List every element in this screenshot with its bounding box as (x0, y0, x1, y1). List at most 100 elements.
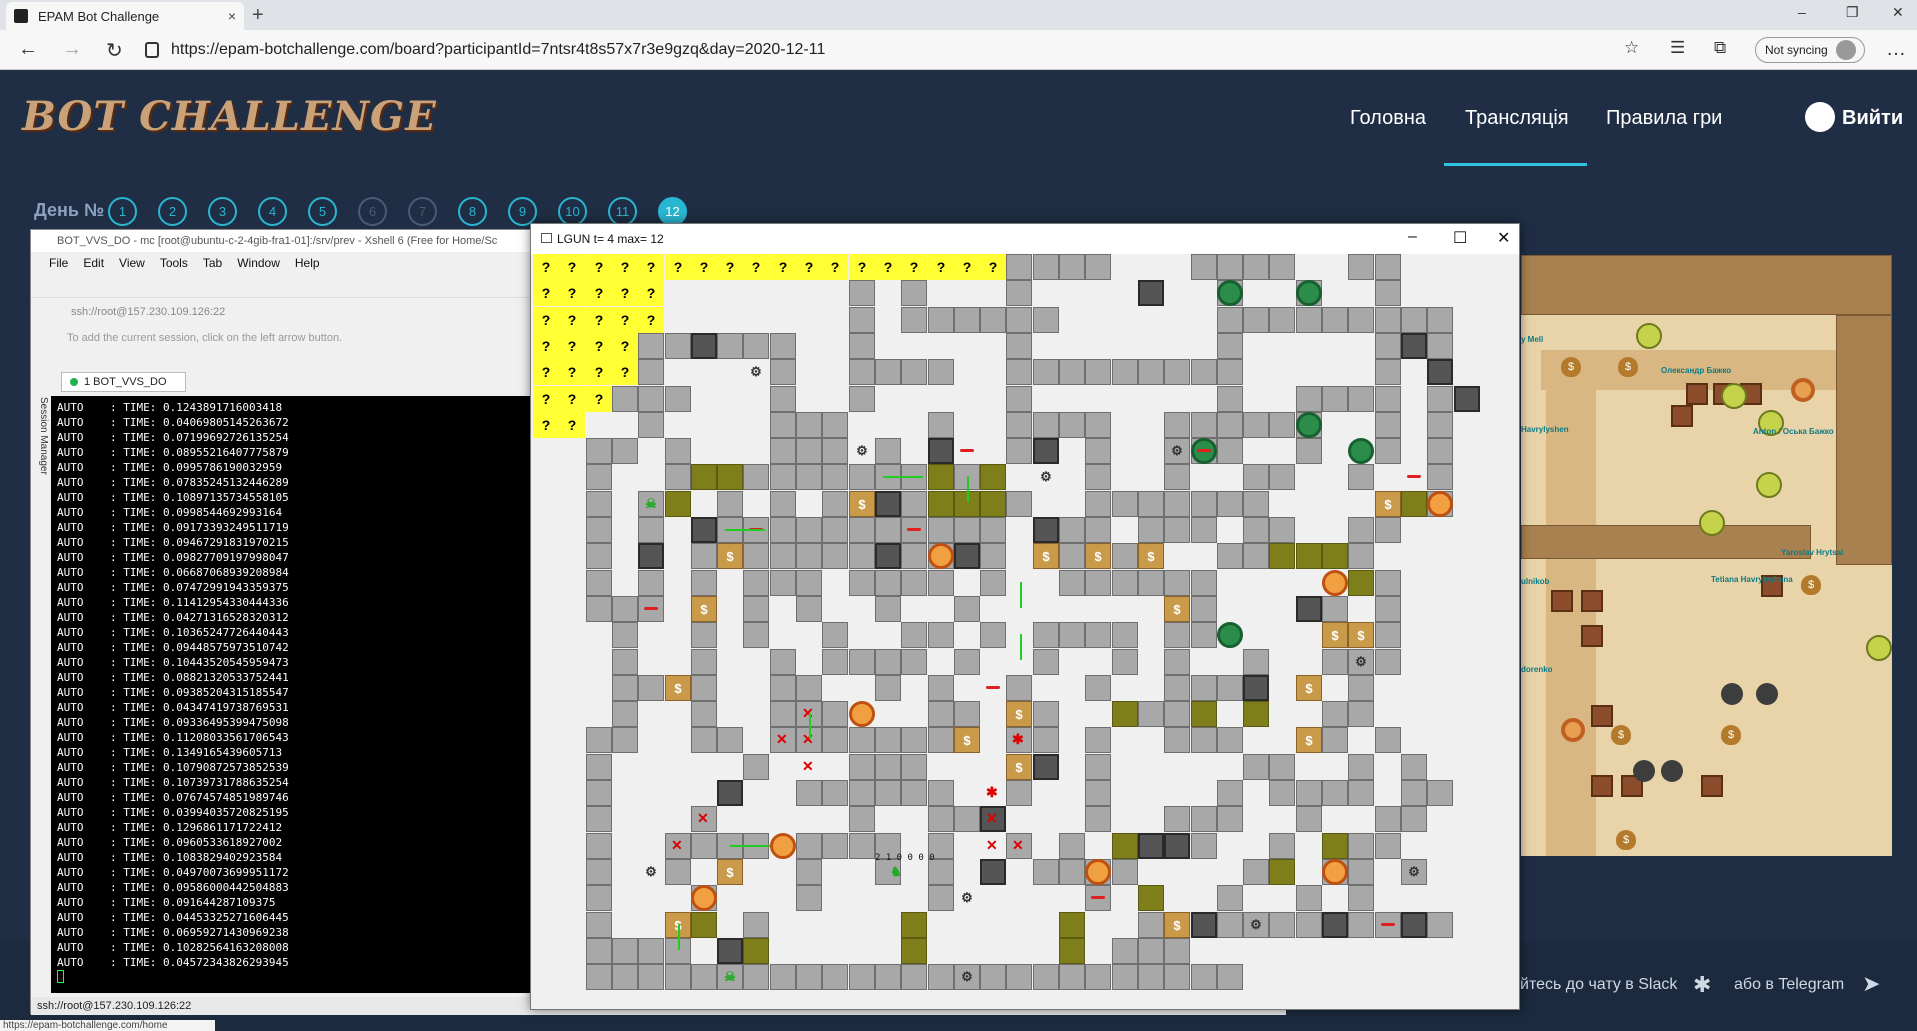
nav-rules[interactable]: Правила гри (1606, 107, 1722, 130)
wall-block (849, 543, 875, 569)
menu-view[interactable]: View (119, 256, 145, 270)
wall-block (849, 780, 875, 806)
session-manager-tab[interactable]: Session Manager (31, 376, 49, 496)
day-2-button[interactable]: 2 (158, 197, 187, 226)
wall-block (1401, 806, 1427, 832)
forward-icon[interactable]: → (62, 38, 82, 61)
logout-link[interactable]: Вийти (1842, 107, 1903, 130)
day-9-button[interactable]: 9 (508, 197, 537, 226)
player-name: Tetiana Havrylyshena (1711, 575, 1793, 584)
wall-block (875, 727, 901, 753)
wall-block (901, 622, 927, 648)
day-1-button[interactable]: 1 (108, 197, 137, 226)
bot-challenge-logo[interactable]: BOT CHALLENGE (22, 93, 437, 140)
pit-icon (717, 938, 743, 964)
destroyed-wall (691, 912, 717, 938)
turret-icon: ⚙ (961, 969, 973, 984)
menu-help[interactable]: Help (295, 256, 320, 270)
wall-block (1348, 859, 1374, 885)
wall-block (1427, 912, 1453, 938)
maximize-icon[interactable]: ☐ (1453, 228, 1467, 248)
favorite-star-icon[interactable]: ☆ (1624, 38, 1639, 58)
wall-block (1164, 517, 1190, 543)
laser-ray (1020, 582, 1022, 608)
wall-block (1085, 754, 1111, 780)
target-mark-icon: ✕ (986, 810, 998, 826)
close-tab-icon[interactable]: × (228, 8, 236, 24)
user-avatar-icon[interactable] (1805, 102, 1835, 132)
day-8-button[interactable]: 8 (458, 197, 487, 226)
day-5-button[interactable]: 5 (308, 197, 337, 226)
wall-block (1006, 307, 1032, 333)
pit-icon (638, 543, 664, 569)
wall-block (612, 438, 638, 464)
telegram-icon[interactable]: ➤ (1862, 971, 1880, 997)
day-3-button[interactable]: 3 (208, 197, 237, 226)
wall-block (770, 570, 796, 596)
wall-block (822, 727, 848, 753)
new-tab-icon[interactable]: + (252, 4, 264, 27)
menu-window[interactable]: Window (237, 256, 280, 270)
day-11-button[interactable]: 11 (608, 197, 637, 226)
nav-home[interactable]: Головна (1350, 107, 1426, 130)
day-4-button[interactable]: 4 (258, 197, 287, 226)
collections-icon[interactable]: ⧉ (1714, 38, 1726, 58)
session-tab[interactable]: 1 BOT_VVS_DO (61, 372, 186, 392)
menu-tools[interactable]: Tools (160, 256, 188, 270)
wall-block (954, 806, 980, 832)
target-mark-icon: ✱ (1012, 731, 1024, 747)
wall-block (1217, 964, 1243, 990)
wall-block (1401, 754, 1427, 780)
bullet-icon (986, 686, 1000, 689)
browser-tab[interactable]: EPAM Bot Challenge × (6, 2, 244, 30)
destroyed-wall (1322, 543, 1348, 569)
wall-block (1059, 964, 1085, 990)
more-menu-icon[interactable]: … (1886, 38, 1906, 61)
back-icon[interactable]: ← (18, 38, 38, 61)
wall-block (1401, 780, 1427, 806)
wall-block (586, 727, 612, 753)
minimize-icon[interactable]: – (1798, 4, 1806, 20)
day-12-button[interactable]: 12 (658, 197, 687, 226)
destroyed-wall (980, 464, 1006, 490)
wall-block (770, 517, 796, 543)
minimize-icon[interactable]: – (1408, 228, 1417, 246)
slack-icon[interactable]: ✱ (1693, 972, 1711, 998)
footer-telegram-link[interactable]: або в Telegram (1734, 976, 1844, 994)
unknown-cell: ? (559, 307, 585, 333)
sync-button[interactable]: Not syncing (1755, 37, 1865, 63)
nav-broadcast[interactable]: Трансляція (1465, 107, 1569, 130)
wall-block (1191, 727, 1217, 753)
wall-block (928, 622, 954, 648)
wall-block (1375, 254, 1401, 280)
wall-block (665, 438, 691, 464)
menu-edit[interactable]: Edit (83, 256, 104, 270)
favorites-list-icon[interactable]: ☰ (1670, 38, 1685, 58)
unknown-cell: ? (533, 359, 559, 385)
portal-ring-icon (1791, 378, 1815, 402)
restore-icon[interactable]: ❐ (1846, 4, 1859, 21)
footer-slack-link[interactable]: йтесь до чату в Slack (1520, 976, 1677, 994)
wall-block (901, 754, 927, 780)
wall-block (743, 596, 769, 622)
address-input[interactable]: https://epam-botchallenge.com/board?part… (145, 36, 1650, 64)
connected-dot-icon (70, 378, 78, 386)
day-10-button[interactable]: 10 (558, 197, 587, 226)
reload-icon[interactable]: ↻ (106, 38, 123, 63)
close-window-icon[interactable]: ✕ (1892, 4, 1904, 21)
crate (1581, 590, 1603, 612)
wall-block (1348, 254, 1374, 280)
wall-block (1427, 780, 1453, 806)
wall-block (1059, 359, 1085, 385)
money-bag-icon: $ (954, 727, 980, 753)
close-icon[interactable]: ✕ (1497, 228, 1510, 248)
address-bar-row: ← → ↻ https://epam-botchallenge.com/boar… (0, 30, 1917, 70)
browser-status-url: https://epam-botchallenge.com/home (0, 1020, 215, 1031)
menu-file[interactable]: File (49, 256, 68, 270)
menu-tab[interactable]: Tab (203, 256, 222, 270)
wall-block (1085, 464, 1111, 490)
turret-icon: ⚙ (961, 890, 973, 905)
wall-block (1164, 464, 1190, 490)
laser-ray (967, 476, 969, 502)
unknown-cell: ? (717, 254, 743, 280)
